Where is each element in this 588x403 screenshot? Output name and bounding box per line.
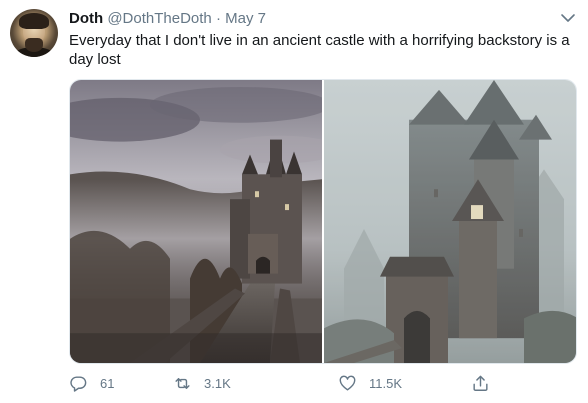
- retweet-button[interactable]: 3.1K: [173, 372, 231, 394]
- tweet-card[interactable]: Doth @DothTheDoth · May 7 Everyday that …: [0, 0, 588, 403]
- separator-dot: ·: [215, 10, 221, 27]
- reply-icon: [70, 375, 87, 392]
- like-button[interactable]: 11.5K: [338, 372, 402, 394]
- retweet-count: 3.1K: [204, 375, 231, 391]
- heart-icon: [339, 375, 356, 391]
- author-handle[interactable]: @DothTheDoth: [107, 10, 211, 27]
- tweet-date[interactable]: May 7: [225, 10, 266, 27]
- share-icon: [473, 375, 488, 391]
- reply-count: 61: [100, 375, 115, 391]
- castle-photo-right[interactable]: [324, 80, 576, 363]
- tweet-actions: 61 3.1K 11.5K: [69, 372, 579, 394]
- tweet-media[interactable]: [69, 79, 577, 364]
- author-name[interactable]: Doth: [69, 10, 103, 27]
- castle-photo-left[interactable]: [70, 80, 322, 363]
- like-count: 11.5K: [369, 375, 403, 391]
- tweet-text: Everyday that I don't live in an ancient…: [69, 32, 570, 68]
- avatar[interactable]: [10, 9, 58, 57]
- tweet-header: Doth @DothTheDoth · May 7: [69, 10, 266, 28]
- retweet-icon: [175, 377, 190, 389]
- share-button[interactable]: [471, 372, 502, 394]
- reply-button[interactable]: 61: [69, 372, 114, 394]
- chevron-down-icon[interactable]: [560, 12, 576, 24]
